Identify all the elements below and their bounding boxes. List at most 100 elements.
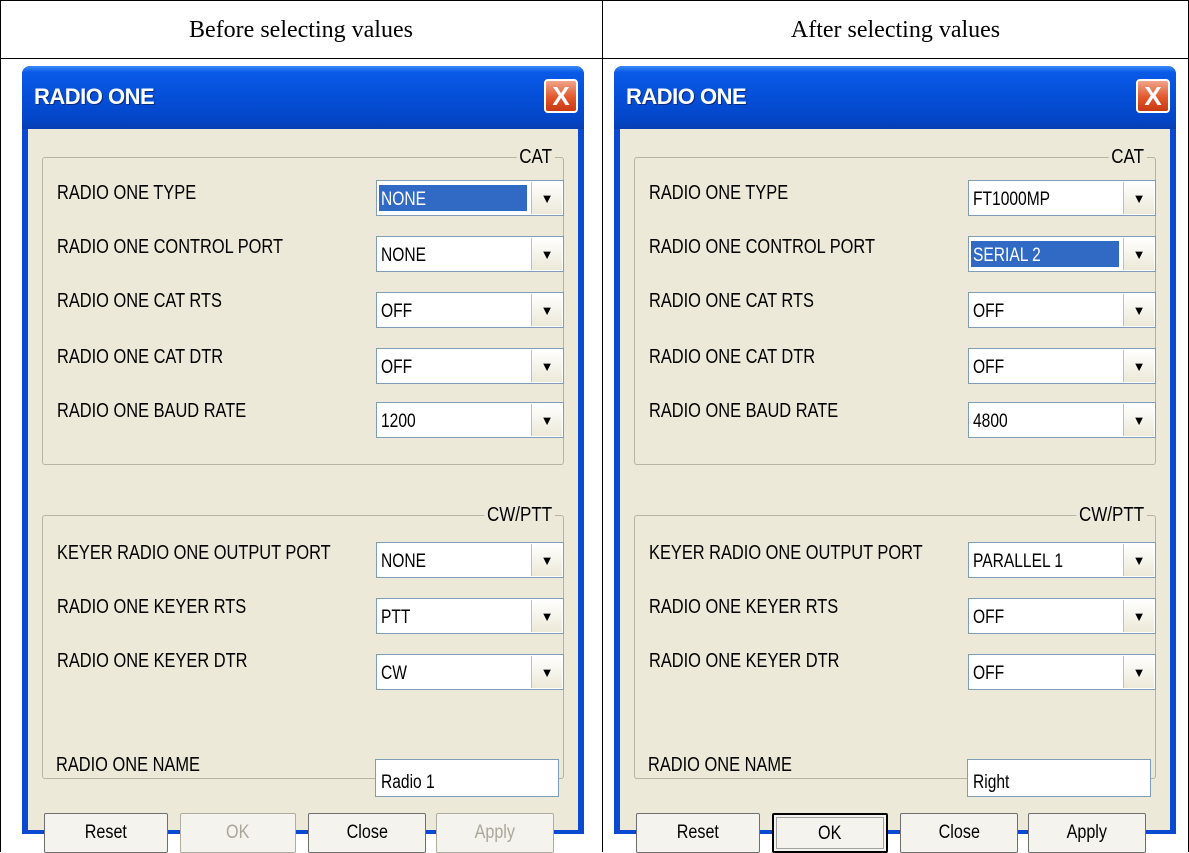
dialog-title: RADIO ONE xyxy=(34,84,155,109)
dropdown-arrow-icon[interactable]: ▼ xyxy=(531,238,562,270)
dialog-client-area: CAT RADIO ONE TYPE NONE ▼ RADIO ONE CONT… xyxy=(28,129,578,853)
reset-button[interactable]: Reset xyxy=(636,813,760,853)
table-border-middle xyxy=(602,0,603,852)
dialog-titlebar[interactable]: RADIO ONE X xyxy=(614,66,1176,129)
control-port-dropdown[interactable]: NONE ▼ xyxy=(376,236,564,272)
keyer-output-port-dropdown[interactable]: PARALLEL 1 ▼ xyxy=(968,542,1156,578)
radio-name-label: RADIO ONE NAME xyxy=(56,754,200,776)
keyer-rts-label: RADIO ONE KEYER RTS xyxy=(57,596,247,618)
dialog-client-area: CAT RADIO ONE TYPE FT1000MP ▼ RADIO ONE … xyxy=(620,129,1170,853)
dropdown-arrow-icon[interactable]: ▼ xyxy=(1123,404,1154,436)
radio-name-input[interactable]: Right xyxy=(967,759,1151,797)
cat-group: CAT RADIO ONE TYPE FT1000MP ▼ RADIO ONE … xyxy=(634,145,1156,465)
table-border-left xyxy=(0,0,1,852)
apply-button[interactable]: Apply xyxy=(436,813,554,853)
comparison-table: Before selecting values After selecting … xyxy=(0,0,1189,853)
dialog-titlebar[interactable]: RADIO ONE X xyxy=(22,66,584,129)
keyer-output-port-label: KEYER RADIO ONE OUTPUT PORT xyxy=(649,542,923,564)
dropdown-arrow-icon[interactable]: ▼ xyxy=(1123,294,1154,326)
dropdown-arrow-icon[interactable]: ▼ xyxy=(1123,238,1154,270)
close-window-button[interactable]: X xyxy=(1136,79,1170,113)
control-port-label: RADIO ONE CONTROL PORT xyxy=(57,236,283,258)
cat-group: CAT RADIO ONE TYPE NONE ▼ RADIO ONE CONT… xyxy=(42,145,564,465)
close-icon: X xyxy=(552,81,570,111)
heading-before: Before selecting values xyxy=(189,17,413,43)
cat-dtr-label: RADIO ONE CAT DTR xyxy=(649,346,816,368)
dropdown-arrow-icon[interactable]: ▼ xyxy=(531,600,562,632)
cat-dtr-value: OFF xyxy=(381,357,413,378)
baud-rate-value: 4800 xyxy=(973,411,1008,432)
radio-type-value: NONE xyxy=(379,185,527,211)
table-border-top xyxy=(0,0,1189,1)
keyer-dtr-label: RADIO ONE KEYER DTR xyxy=(649,650,840,672)
radio-one-dialog-after: RADIO ONE X CAT RADIO ONE TYPE FT1000MP … xyxy=(614,66,1176,853)
ok-button[interactable]: OK xyxy=(180,813,296,853)
cat-rts-dropdown[interactable]: OFF ▼ xyxy=(968,292,1156,328)
radio-type-dropdown[interactable]: FT1000MP ▼ xyxy=(968,180,1156,216)
keyer-output-port-dropdown[interactable]: NONE ▼ xyxy=(376,542,564,578)
cat-dtr-dropdown[interactable]: OFF ▼ xyxy=(968,348,1156,384)
baud-rate-label: RADIO ONE BAUD RATE xyxy=(649,400,839,422)
control-port-dropdown[interactable]: SERIAL 2 ▼ xyxy=(968,236,1156,272)
heading-after: After selecting values xyxy=(790,17,1001,43)
baud-rate-dropdown[interactable]: 1200 ▼ xyxy=(376,402,564,438)
radio-type-label: RADIO ONE TYPE xyxy=(57,182,197,204)
cat-rts-value: OFF xyxy=(381,301,413,322)
close-button[interactable]: Close xyxy=(900,813,1018,853)
keyer-output-port-value: PARALLEL 1 xyxy=(973,551,1064,572)
radio-type-label: RADIO ONE TYPE xyxy=(649,182,789,204)
dropdown-arrow-icon[interactable]: ▼ xyxy=(531,656,562,688)
keyer-dtr-dropdown[interactable]: CW ▼ xyxy=(376,654,564,690)
dropdown-arrow-icon[interactable]: ▼ xyxy=(531,404,562,436)
dropdown-arrow-icon[interactable]: ▼ xyxy=(531,182,562,214)
cw-ptt-group: CW/PTT KEYER RADIO ONE OUTPUT PORT NONE … xyxy=(42,503,564,779)
dropdown-arrow-icon[interactable]: ▼ xyxy=(1123,544,1154,576)
dropdown-arrow-icon[interactable]: ▼ xyxy=(531,350,562,382)
control-port-value: NONE xyxy=(381,245,427,266)
keyer-rts-value: OFF xyxy=(973,607,1005,628)
keyer-dtr-value: OFF xyxy=(973,663,1005,684)
close-icon: X xyxy=(1144,81,1162,111)
keyer-rts-dropdown[interactable]: PTT ▼ xyxy=(376,598,564,634)
apply-button[interactable]: Apply xyxy=(1028,813,1146,853)
keyer-dtr-value: CW xyxy=(381,663,407,684)
cat-rts-value: OFF xyxy=(973,301,1005,322)
cw-ptt-group-legend: CW/PTT xyxy=(1076,503,1147,527)
baud-rate-label: RADIO ONE BAUD RATE xyxy=(57,400,247,422)
cat-dtr-value: OFF xyxy=(973,357,1005,378)
cat-rts-label: RADIO ONE CAT RTS xyxy=(649,290,814,312)
radio-type-value: FT1000MP xyxy=(973,189,1051,210)
radio-type-dropdown[interactable]: NONE ▼ xyxy=(376,180,564,216)
reset-button[interactable]: Reset xyxy=(44,813,168,853)
cat-dtr-label: RADIO ONE CAT DTR xyxy=(57,346,224,368)
close-window-button[interactable]: X xyxy=(544,79,578,113)
keyer-dtr-label: RADIO ONE KEYER DTR xyxy=(57,650,248,672)
cw-ptt-group-legend: CW/PTT xyxy=(484,503,555,527)
table-border-header xyxy=(0,58,1189,59)
close-button[interactable]: Close xyxy=(308,813,426,853)
dialog-title: RADIO ONE xyxy=(626,84,747,109)
cw-ptt-group: CW/PTT KEYER RADIO ONE OUTPUT PORT PARAL… xyxy=(634,503,1156,779)
cat-rts-dropdown[interactable]: OFF ▼ xyxy=(376,292,564,328)
cat-group-legend: CAT xyxy=(1109,145,1147,169)
keyer-rts-dropdown[interactable]: OFF ▼ xyxy=(968,598,1156,634)
dropdown-arrow-icon[interactable]: ▼ xyxy=(1123,350,1154,382)
dropdown-arrow-icon[interactable]: ▼ xyxy=(531,544,562,576)
dropdown-arrow-icon[interactable]: ▼ xyxy=(1123,656,1154,688)
cat-group-legend: CAT xyxy=(517,145,555,169)
ok-button[interactable]: OK xyxy=(772,813,888,853)
keyer-dtr-dropdown[interactable]: OFF ▼ xyxy=(968,654,1156,690)
keyer-output-port-label: KEYER RADIO ONE OUTPUT PORT xyxy=(57,542,331,564)
cat-dtr-dropdown[interactable]: OFF ▼ xyxy=(376,348,564,384)
dropdown-arrow-icon[interactable]: ▼ xyxy=(1123,600,1154,632)
dropdown-arrow-icon[interactable]: ▼ xyxy=(1123,182,1154,214)
radio-name-input[interactable]: Radio 1 xyxy=(375,759,559,797)
baud-rate-dropdown[interactable]: 4800 ▼ xyxy=(968,402,1156,438)
keyer-output-port-value: NONE xyxy=(381,551,427,572)
baud-rate-value: 1200 xyxy=(381,411,416,432)
radio-one-dialog-before: RADIO ONE X CAT RADIO ONE TYPE NONE ▼ RA… xyxy=(22,66,584,853)
dropdown-arrow-icon[interactable]: ▼ xyxy=(531,294,562,326)
control-port-label: RADIO ONE CONTROL PORT xyxy=(649,236,875,258)
keyer-rts-value: PTT xyxy=(381,607,411,628)
control-port-value: SERIAL 2 xyxy=(971,241,1119,267)
